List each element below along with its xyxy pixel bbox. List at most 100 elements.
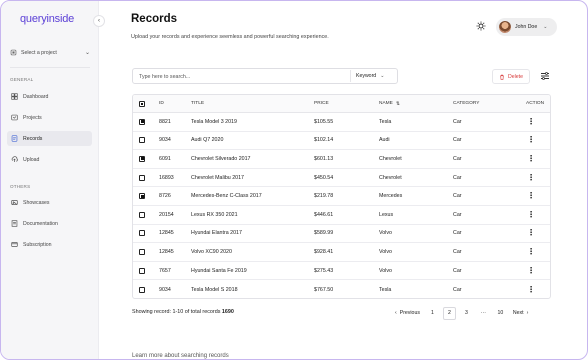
page-button[interactable]: 10 — [494, 307, 507, 320]
cell-price: $450.54 — [314, 174, 334, 181]
table-row[interactable]: 20154 Lexus RX 350 2021 $446.61 Lexus Car ⋮ — [133, 206, 550, 225]
search-input[interactable] — [139, 72, 339, 81]
column-header-id[interactable]: ID — [159, 95, 164, 112]
page-ellipsis: ··· — [480, 310, 487, 316]
row-actions-button[interactable]: ⋮ — [526, 280, 536, 298]
cell-id: 8821 — [159, 118, 171, 125]
sidebar-item-upload[interactable]: Upload — [7, 152, 92, 167]
previous-page-button[interactable]: ‹ Previous — [393, 307, 422, 320]
sidebar-item-label: Upload — [23, 156, 40, 163]
cell-category: Car — [453, 267, 462, 274]
filter-button[interactable] — [539, 70, 551, 82]
collapse-sidebar-button[interactable]: ‹ — [93, 15, 105, 27]
cell-id: 12845 — [159, 230, 174, 237]
pagination: ‹ Previous 1 2 3 ··· 10 Next › — [393, 306, 530, 320]
row-actions-button[interactable]: ⋮ — [526, 206, 536, 224]
row-actions-button[interactable]: ⋮ — [526, 243, 536, 261]
project-select[interactable]: Select a project ⌄ — [10, 45, 90, 60]
cell-id: 12845 — [159, 248, 174, 255]
cell-price: $589.99 — [314, 230, 334, 237]
cell-title: Tesla Model 3 2019 — [191, 118, 237, 125]
page-button[interactable]: 2 — [442, 306, 456, 320]
sidebar-item-showcases[interactable]: Showcases — [7, 195, 92, 210]
select-all-checkbox[interactable] — [139, 95, 145, 112]
search-bar: Keyword ⌄ — [132, 68, 398, 84]
table-row[interactable]: 9034 Audi Q7 2020 $102.14 Audi Car ⋮ — [133, 132, 550, 151]
table-row[interactable]: 7657 Hyundai Santa Fe 2019 $275.43 Volvo Car… — [133, 262, 550, 281]
divider — [10, 67, 90, 68]
sort-icon[interactable]: ⇅ — [396, 101, 400, 107]
row-checkbox[interactable] — [139, 187, 145, 205]
table-row[interactable]: 16893 Chevrolet Malibu 2017 $450.54 Chevrol… — [133, 169, 550, 188]
table-header: ID TITLE PRICE NAME ⇅ CATEGORY ACTION — [133, 95, 550, 113]
chevron-left-icon: ‹ — [395, 310, 397, 316]
cell-id: 9034 — [159, 137, 171, 144]
subscription-icon — [11, 241, 18, 248]
delete-button[interactable]: Delete — [492, 69, 530, 84]
checkbox — [139, 118, 145, 125]
group-label-others: OTHERS — [10, 184, 31, 189]
theme-toggle-button[interactable] — [476, 21, 486, 31]
records-table: ID TITLE PRICE NAME ⇅ CATEGORY ACTION 88… — [132, 94, 551, 299]
cell-id: 16893 — [159, 174, 174, 181]
sidebar-item-subscription[interactable]: Subscription — [7, 237, 92, 252]
column-header-name[interactable]: NAME ⇅ — [379, 95, 400, 112]
row-checkbox[interactable] — [139, 206, 145, 224]
row-actions-button[interactable]: ⋮ — [526, 169, 536, 187]
cell-category: Car — [453, 230, 462, 237]
row-checkbox[interactable] — [139, 280, 145, 298]
column-header-price[interactable]: PRICE — [314, 95, 329, 112]
next-page-button[interactable]: Next › — [511, 307, 530, 320]
documentation-icon — [11, 220, 18, 227]
page-button[interactable]: 3 — [460, 307, 473, 320]
table-row[interactable]: 6091 Chevrolet Silverado 2017 $601.13 Chevr… — [133, 150, 550, 169]
user-menu[interactable]: John Doe ⌄ — [496, 18, 557, 36]
row-checkbox[interactable] — [139, 243, 145, 261]
row-actions-button[interactable]: ⋮ — [526, 113, 536, 131]
sidebar-item-dashboard[interactable]: Dashboard — [7, 89, 92, 104]
sidebar-item-documentation[interactable]: Documentation — [7, 216, 92, 231]
previous-label: Previous — [399, 310, 420, 316]
cell-name: Audi — [379, 137, 390, 144]
table-row[interactable]: 12845 Hyundai Elantra 2017 $589.99 Volvo Car… — [133, 225, 550, 244]
table-row[interactable]: 8821 Tesla Model 3 2019 $105.55 Tesla Car ⋮ — [133, 113, 550, 132]
checkbox — [139, 230, 145, 237]
sidebar-item-records[interactable]: Records — [7, 131, 92, 146]
cell-price: $105.55 — [314, 118, 334, 125]
row-checkbox[interactable] — [139, 113, 145, 131]
cell-category: Car — [453, 118, 462, 125]
cell-name: Volvo — [379, 248, 392, 255]
search-mode-label: Keyword — [356, 73, 377, 79]
column-header-category[interactable]: CATEGORY — [453, 95, 479, 112]
row-checkbox[interactable] — [139, 225, 145, 243]
checkbox — [139, 137, 145, 144]
filter-icon — [541, 72, 549, 80]
sidebar-item-label: Subscription — [23, 241, 52, 248]
cell-price: $219.78 — [314, 193, 334, 200]
row-actions-button[interactable]: ⋮ — [526, 262, 536, 280]
sidebar-item-label: Records — [23, 135, 43, 142]
row-checkbox[interactable] — [139, 150, 145, 168]
cell-price: $601.13 — [314, 155, 334, 162]
row-actions-button[interactable]: ⋮ — [526, 132, 536, 150]
row-checkbox[interactable] — [139, 132, 145, 150]
table-row[interactable]: 9034 Tesla Model S 2018 $767.50 Tesla Car ⋮ — [133, 280, 550, 298]
row-checkbox[interactable] — [139, 169, 145, 187]
row-checkbox[interactable] — [139, 262, 145, 280]
checkbox — [139, 155, 145, 162]
cell-category: Car — [453, 248, 462, 255]
table-row[interactable]: 12845 Volvo XC90 2020 $928.41 Volvo Car ⋮ — [133, 243, 550, 262]
sidebar-item-projects[interactable]: Projects — [7, 110, 92, 125]
sidebar-item-label: Dashboard — [23, 93, 49, 100]
cell-name: Tesla — [379, 286, 392, 293]
page-button[interactable]: 1 — [426, 307, 439, 320]
row-actions-button[interactable]: ⋮ — [526, 187, 536, 205]
checkbox — [139, 267, 145, 274]
table-row[interactable]: 8726 Mercedes-Benz C-Class 2017 $219.78 Mer… — [133, 187, 550, 206]
column-header-title[interactable]: TITLE — [191, 95, 204, 112]
row-actions-button[interactable]: ⋮ — [526, 150, 536, 168]
checkbox — [139, 248, 145, 255]
row-actions-button[interactable]: ⋮ — [526, 225, 536, 243]
more-vertical-icon: ⋮ — [527, 265, 535, 275]
search-mode-select[interactable]: Keyword ⌄ — [350, 70, 396, 82]
